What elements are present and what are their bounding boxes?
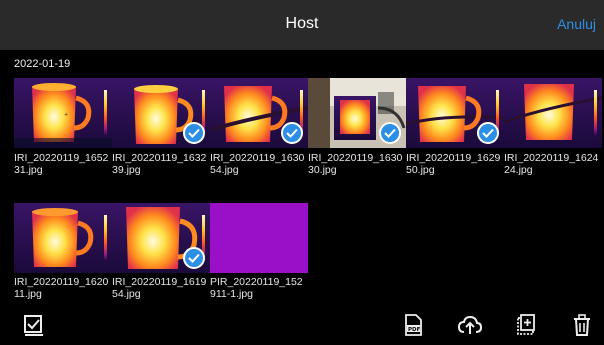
file-name: IRI_20220119_165231.jpg	[14, 152, 109, 176]
delete-icon[interactable]	[571, 314, 593, 336]
file-name: IRI_20220119_163030.jpg	[308, 152, 403, 176]
app-header: Host Anuluj	[0, 0, 604, 50]
selected-check-icon[interactable]	[183, 122, 205, 144]
selected-check-icon[interactable]	[477, 122, 499, 144]
file-name: IRI_20220119_162950.jpg	[406, 152, 501, 176]
bottom-toolbar	[0, 306, 604, 345]
cancel-button[interactable]: Anuluj	[557, 16, 596, 32]
file-name: IRI_20220119_162424.jpg	[504, 152, 599, 176]
select-all-icon[interactable]	[23, 314, 45, 336]
file-name: IRI_20220119_163239.jpg	[112, 152, 207, 176]
date-group-label: 2022-01-19	[14, 58, 71, 70]
thumbnail-image[interactable]	[504, 78, 602, 148]
selected-check-icon[interactable]	[379, 122, 401, 144]
page-title: Host	[285, 15, 319, 32]
svg-text:PDF: PDF	[408, 327, 421, 333]
file-name: IRI_20220119_162011.jpg	[14, 276, 109, 300]
thumbnail-image[interactable]	[210, 203, 308, 273]
selected-check-icon[interactable]	[183, 247, 205, 269]
file-name: IRI_20220119_163054.jpg	[210, 152, 305, 176]
thumbnail-image[interactable]	[112, 78, 210, 148]
upload-cloud-icon[interactable]	[457, 314, 483, 336]
file-name: IRI_20220119_161954.jpg	[112, 276, 207, 300]
thumbnail-image[interactable]	[308, 78, 406, 148]
file-name: PIR_20220119_152911-1.jpg	[210, 276, 303, 300]
thumbnail-image[interactable]: +	[14, 78, 112, 148]
svg-text:+: +	[64, 112, 68, 118]
pdf-icon[interactable]: PDF	[402, 314, 424, 336]
thumbnail-image[interactable]	[112, 203, 210, 273]
thumbnail-image[interactable]	[210, 78, 308, 148]
thumbnail-image[interactable]	[406, 78, 504, 148]
selected-check-icon[interactable]	[281, 122, 303, 144]
add-copy-icon[interactable]	[515, 314, 537, 336]
thumbnail-image[interactable]	[14, 203, 112, 273]
